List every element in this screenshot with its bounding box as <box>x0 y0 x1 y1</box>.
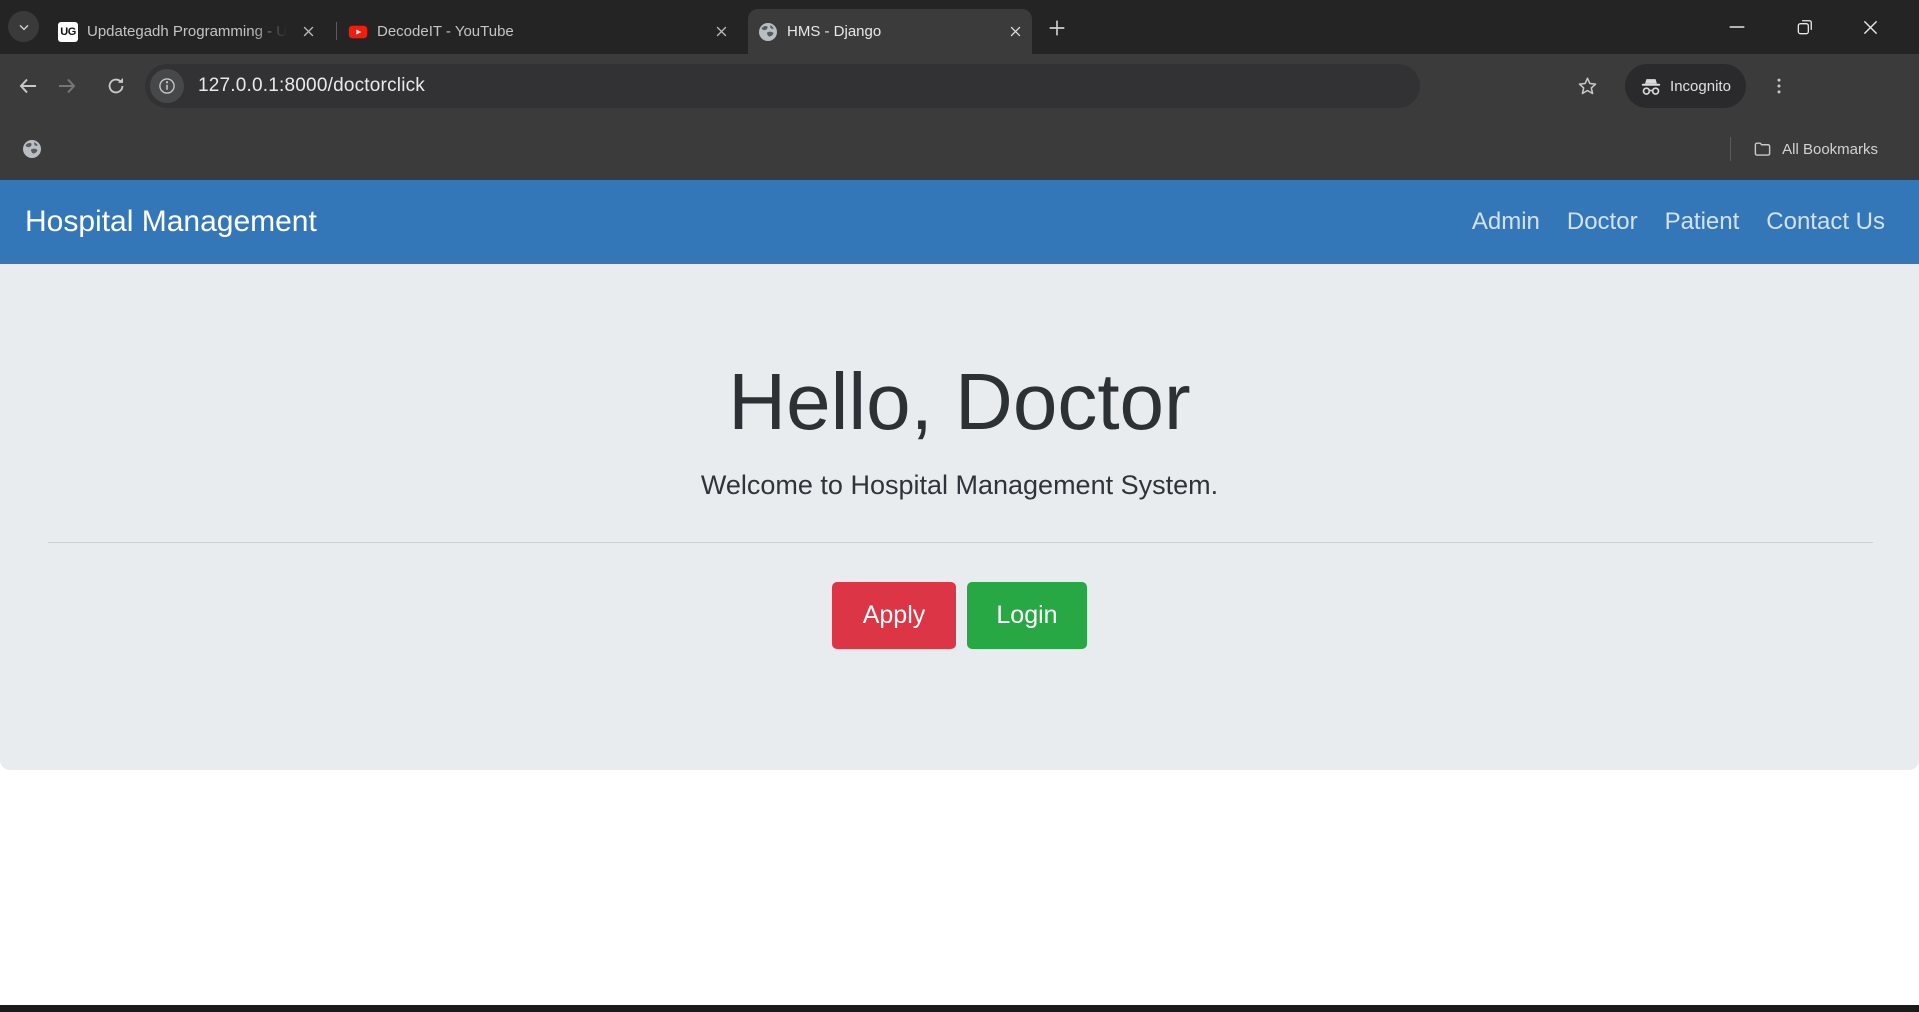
divider <box>48 542 1873 543</box>
restore-icon <box>1795 17 1815 37</box>
tab-strip: UG Updategadh Programming - Up DecodeIT … <box>0 0 1919 54</box>
incognito-icon <box>1640 77 1662 96</box>
webpage-viewport: Hospital Management Admin Doctor Patient… <box>0 180 1919 1005</box>
tab-decodeit[interactable]: DecodeIT - YouTube <box>338 9 738 54</box>
site-info-icon[interactable] <box>150 69 184 103</box>
new-tab-button[interactable] <box>1042 13 1072 43</box>
site-navbar: Hospital Management Admin Doctor Patient… <box>0 180 1919 264</box>
minimize-icon <box>1726 16 1748 38</box>
forward-button[interactable] <box>53 72 81 100</box>
page-title: Hello, Doctor <box>0 362 1919 442</box>
tab-search-button[interactable] <box>8 11 39 42</box>
navbar-brand[interactable]: Hospital Management <box>25 205 317 239</box>
action-buttons: Apply Login <box>0 582 1919 649</box>
tab-updategadh[interactable]: UG Updategadh Programming - Up <box>48 9 325 54</box>
url-text[interactable]: 127.0.0.1:8000/doctorclick <box>198 75 425 97</box>
plus-icon <box>1046 17 1068 39</box>
nav-link-doctor[interactable]: Doctor <box>1567 208 1638 236</box>
page-subtitle: Welcome to Hospital Management System. <box>0 470 1919 501</box>
bookmark-star-icon[interactable] <box>1574 73 1600 99</box>
incognito-badge: Incognito <box>1625 64 1746 108</box>
ug-favicon: UG <box>58 22 78 42</box>
tab-title: DecodeIT - YouTube <box>377 23 514 40</box>
close-tab-icon[interactable] <box>1005 22 1025 42</box>
nav-link-contact-us[interactable]: Contact Us <box>1766 208 1885 236</box>
incognito-label: Incognito <box>1670 78 1731 95</box>
address-bar[interactable]: 127.0.0.1:8000/doctorclick <box>145 64 1420 108</box>
nav-link-admin[interactable]: Admin <box>1472 208 1540 236</box>
navbar-links: Admin Doctor Patient Contact Us <box>1472 208 1885 236</box>
restore-button[interactable] <box>1777 0 1833 54</box>
login-button[interactable]: Login <box>967 582 1087 649</box>
all-bookmarks-label: All Bookmarks <box>1782 141 1878 158</box>
globe-favicon <box>758 22 778 42</box>
reload-icon <box>105 75 127 97</box>
close-button[interactable] <box>1842 0 1898 54</box>
bookmarks-bar: All Bookmarks <box>0 118 1919 180</box>
taskbar-edge <box>0 1005 1919 1012</box>
reload-button[interactable] <box>102 72 130 100</box>
back-button[interactable] <box>14 72 42 100</box>
apply-button[interactable]: Apply <box>832 582 956 649</box>
folder-icon <box>1753 140 1772 159</box>
tab-hms-django[interactable]: HMS - Django <box>748 9 1032 54</box>
divider <box>1730 137 1731 161</box>
tab-title: Updategadh Programming - Up <box>87 23 287 40</box>
back-arrow-icon <box>16 74 40 98</box>
browser-toolbar: 127.0.0.1:8000/doctorclick Incognito <box>0 54 1919 118</box>
menu-icon[interactable] <box>1766 73 1792 99</box>
browser-window: UG Updategadh Programming - Up DecodeIT … <box>0 0 1919 1012</box>
nav-link-patient[interactable]: Patient <box>1665 208 1740 236</box>
youtube-favicon <box>348 22 368 42</box>
close-tab-icon[interactable] <box>298 22 318 42</box>
all-bookmarks-button[interactable]: All Bookmarks <box>1730 118 1878 180</box>
close-tab-icon[interactable] <box>711 22 731 42</box>
close-icon <box>1860 17 1881 38</box>
tab-separator <box>336 22 337 40</box>
minimize-button[interactable] <box>1709 0 1765 54</box>
tab-title: HMS - Django <box>787 23 881 40</box>
jumbotron: Hello, Doctor Welcome to Hospital Manage… <box>0 264 1919 770</box>
chevron-down-icon <box>16 19 32 35</box>
bookmark-favicon-globe[interactable] <box>22 139 42 159</box>
forward-arrow-icon <box>55 74 79 98</box>
